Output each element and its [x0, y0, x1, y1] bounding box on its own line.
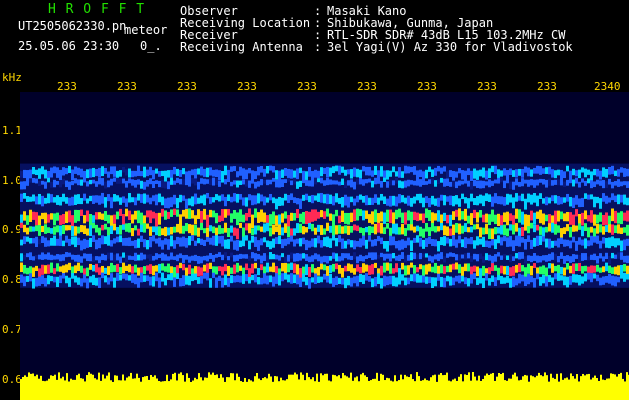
file-name: UT2505062330.pn — [18, 19, 127, 33]
freq-label-0-8: 0.8 — [2, 273, 22, 286]
antenna-label: Receiving Antenna — [180, 40, 303, 54]
freq-label-1-1: 1.1 — [2, 124, 22, 137]
meteor-label: meteor — [124, 23, 168, 37]
meteor-counter: 0_. — [140, 39, 162, 53]
frequency-unit-label: kHz — [2, 71, 22, 84]
spectrogram-canvas — [20, 163, 629, 400]
spectrogram — [20, 92, 629, 400]
freq-label-0-6: 0.6 — [2, 373, 22, 386]
antenna-separator: : — [314, 40, 322, 54]
observation-datetime: 25.05.06 23:30 — [18, 39, 120, 53]
freq-label-0-9: 0.9 — [2, 223, 22, 236]
app-title: H R O F F T — [48, 2, 146, 17]
antenna-value: 3el Yagi(V) Az 330 for Vladivostok — [327, 40, 573, 54]
freq-label-0-7: 0.7 — [2, 323, 22, 336]
signal-strength-strip — [20, 372, 629, 400]
freq-label-1-0: 1.0 — [2, 174, 22, 187]
